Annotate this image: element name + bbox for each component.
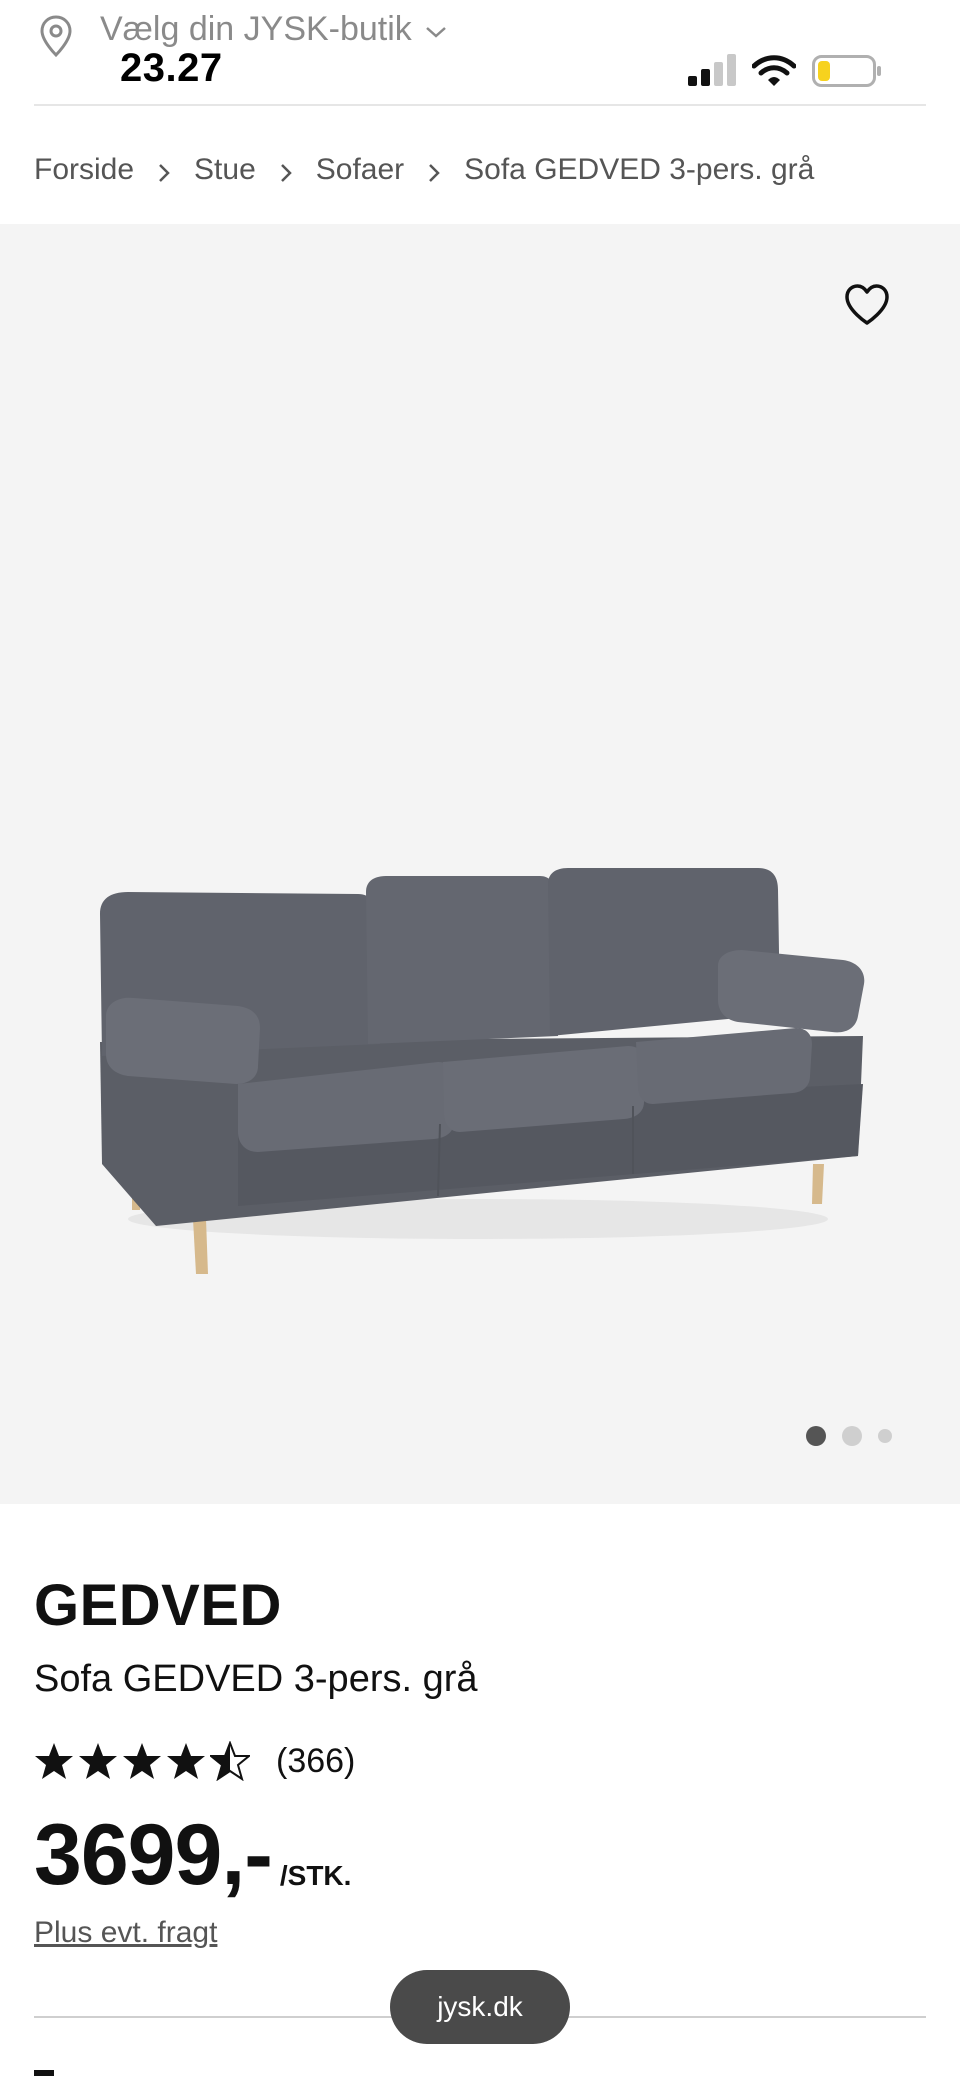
carousel-dot-1[interactable] bbox=[806, 1426, 826, 1446]
review-count[interactable]: (366) bbox=[276, 1742, 355, 1781]
rating[interactable]: (366) bbox=[34, 1736, 355, 1786]
heart-outline-icon[interactable] bbox=[844, 284, 890, 326]
chevron-right-icon bbox=[134, 158, 194, 182]
status-time: 23.27 bbox=[120, 46, 223, 90]
breadcrumb-item-sofaer[interactable]: Sofaer bbox=[316, 153, 404, 187]
top-divider bbox=[34, 104, 926, 106]
breadcrumb-item-current: Sofa GEDVED 3-pers. grå bbox=[464, 153, 815, 186]
store-selector[interactable]: Vælg din JYSK-butik bbox=[100, 10, 412, 49]
battery-icon bbox=[812, 55, 881, 87]
product-image[interactable] bbox=[88, 644, 870, 1292]
cellular-signal-icon bbox=[688, 54, 736, 86]
breadcrumb: Forside Stue Sofaer Sofa GEDVED 3-pers. … bbox=[34, 148, 814, 192]
product-brand: GEDVED bbox=[34, 1573, 282, 1638]
chevron-down-icon[interactable] bbox=[424, 24, 448, 40]
browser-url-pill[interactable]: jysk.dk bbox=[390, 1970, 570, 2044]
star-half-icon bbox=[210, 1741, 250, 1781]
product-gallery[interactable] bbox=[0, 224, 960, 1504]
chevron-right-icon bbox=[256, 158, 316, 182]
star-filled-icon bbox=[79, 1743, 117, 1779]
product-name: Sofa GEDVED 3-pers. grå bbox=[34, 1658, 478, 1700]
star-filled-icon bbox=[167, 1743, 205, 1779]
wifi-icon bbox=[752, 55, 796, 86]
top-bar: Vælg din JYSK-butik 23.27 bbox=[0, 0, 960, 106]
chevron-right-icon bbox=[404, 158, 464, 182]
breadcrumb-item-stue[interactable]: Stue bbox=[194, 153, 256, 187]
carousel-dots bbox=[806, 1424, 908, 1448]
product-price: 3699,- bbox=[34, 1807, 273, 1903]
price-row: 3699,- /STK. bbox=[34, 1812, 351, 1898]
star-filled-icon bbox=[35, 1743, 73, 1779]
star-filled-icon bbox=[123, 1743, 161, 1779]
carousel-dot-2[interactable] bbox=[842, 1426, 862, 1446]
breadcrumb-item-forside[interactable]: Forside bbox=[34, 153, 134, 187]
price-unit: /STK. bbox=[279, 1860, 352, 1891]
next-section-peek bbox=[34, 2070, 54, 2076]
location-pin-icon[interactable] bbox=[38, 14, 74, 58]
carousel-dot-3[interactable] bbox=[878, 1429, 892, 1443]
shipping-link[interactable]: Plus evt. fragt bbox=[34, 1916, 217, 1950]
